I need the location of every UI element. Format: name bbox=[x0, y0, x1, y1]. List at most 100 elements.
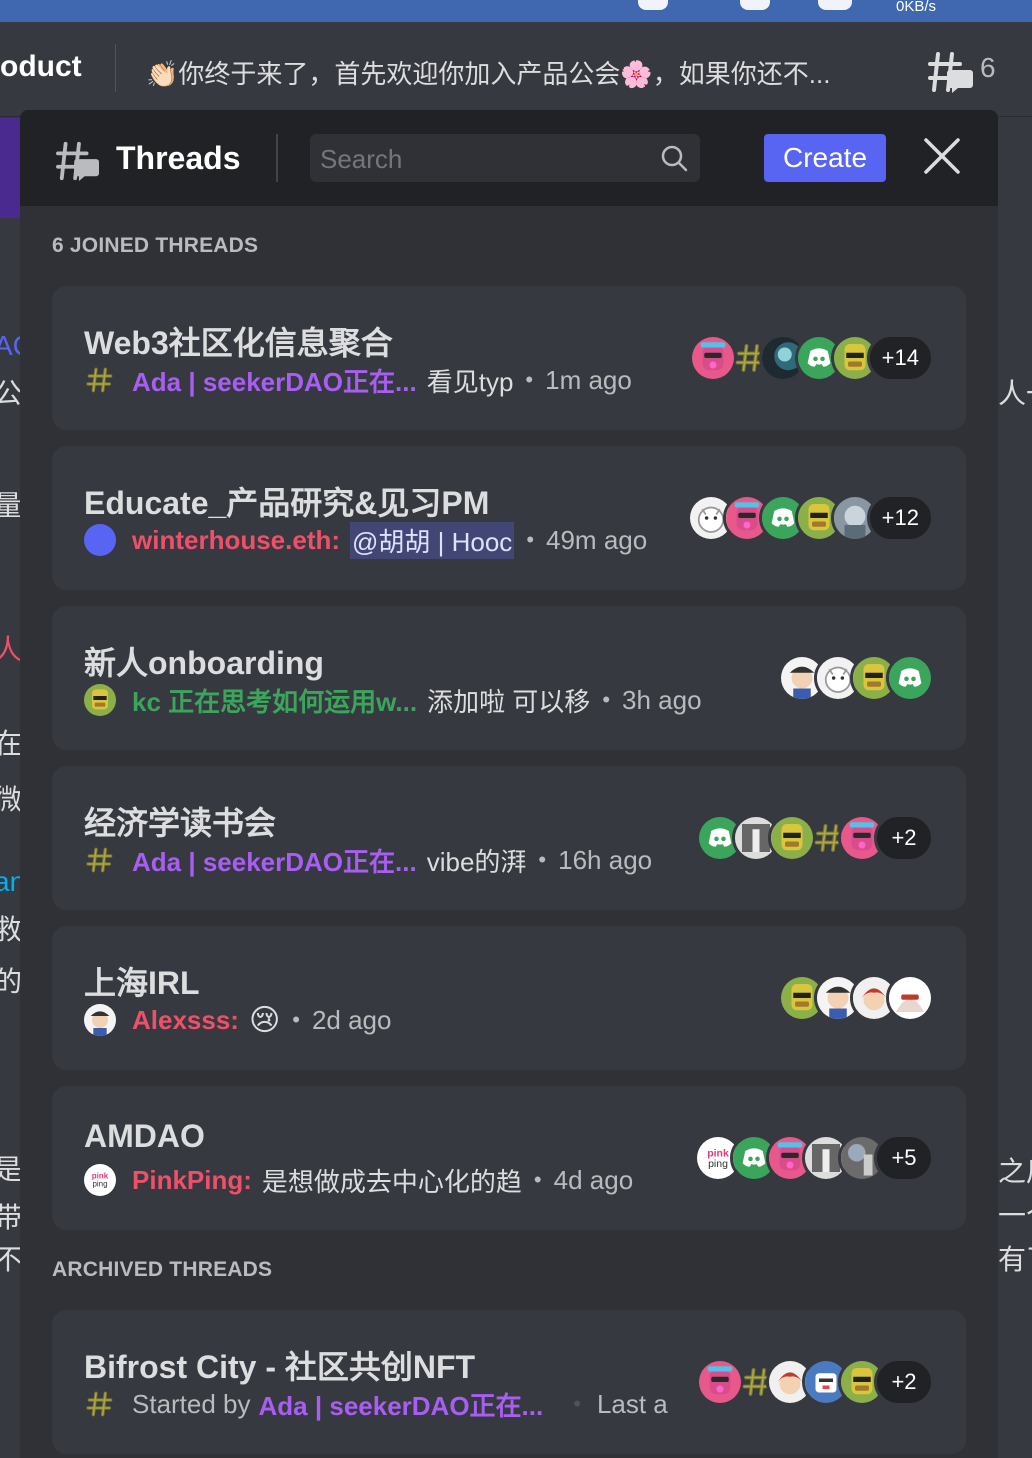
thread-title: Bifrost City - 社区共创NFT bbox=[84, 1349, 476, 1385]
hash-icon bbox=[84, 364, 116, 396]
background-text: 不 bbox=[0, 1244, 23, 1275]
thread-item[interactable]: 经济学读书会 Ada | seekerDAO正在... vibe的湃 • 16h ago… bbox=[52, 766, 966, 910]
separator-dot: • bbox=[602, 687, 611, 712]
thread-meta: Alexsss: 😢 • 2d ago bbox=[84, 1002, 391, 1038]
thread-item[interactable]: Educate_产品研究&见习PM winterhouse.eth: @胡胡 | H… bbox=[52, 446, 966, 590]
thread-meta: Ada | seekerDAO正在... 看见typ • 1m ago bbox=[84, 362, 632, 398]
background-text: 人一 bbox=[998, 378, 1032, 409]
background-text: 人 bbox=[0, 634, 23, 665]
author-avatar bbox=[84, 524, 116, 556]
more-participants-count: +2 bbox=[874, 1358, 934, 1406]
header-divider bbox=[276, 134, 278, 182]
separator-dot: • bbox=[538, 847, 547, 872]
pink-dog-avatar bbox=[688, 334, 737, 382]
participant-avatars: +12 bbox=[686, 494, 934, 542]
thread-item[interactable]: Web3社区化信息聚合 Ada | seekerDAO正在... 看见typ • 1m … bbox=[52, 286, 966, 430]
participant-avatars bbox=[778, 974, 934, 1022]
thread-author[interactable]: Ada | seekerDAO正在... bbox=[132, 842, 417, 879]
background-text: 带 bbox=[0, 1202, 23, 1233]
thread-timestamp: 2d ago bbox=[311, 1004, 392, 1035]
thread-author[interactable]: PinkPing: bbox=[132, 1165, 252, 1196]
popout-header: Threads Create bbox=[20, 110, 998, 206]
thread-title: Educate_产品研究&见习PM bbox=[84, 485, 490, 521]
threads-popout: Threads Create 6 JOINED THREADS Web3社区化信… bbox=[20, 110, 998, 1458]
background-text: 微 bbox=[0, 784, 23, 815]
more-participants-count: +14 bbox=[866, 334, 934, 382]
user-mention: @胡胡 | Hooc bbox=[350, 521, 515, 559]
threads-icon[interactable] bbox=[928, 50, 974, 99]
hash-icon bbox=[84, 1388, 116, 1420]
thread-timestamp: 1m ago bbox=[545, 364, 632, 395]
network-speed: 0KB/s bbox=[896, 0, 937, 15]
thread-timestamp: 3h ago bbox=[622, 684, 702, 715]
menubar: 0KB/s bbox=[0, 0, 1032, 22]
thread-last-message: 添加啦 可以移 bbox=[427, 686, 591, 717]
svg-text:ping: ping bbox=[708, 1158, 728, 1170]
thread-item[interactable]: 新人onboarding kc 正在思考如何运用w... 添加啦 可以移 • 3h ag… bbox=[52, 606, 966, 750]
thread-author[interactable]: Ada | seekerDAO正在... bbox=[259, 1386, 544, 1423]
thread-last-message: vibe的湃 bbox=[426, 846, 527, 877]
background-text: 一个 bbox=[998, 1200, 1032, 1231]
thread-author[interactable]: winterhouse.eth: bbox=[132, 525, 340, 556]
thread-meta: Started by Ada | seekerDAO正在... • Last a bbox=[84, 1386, 668, 1422]
grid-icon bbox=[740, 0, 770, 10]
thread-meta: kc 正在思考如何运用w... 添加啦 可以移 • 3h ago bbox=[84, 682, 702, 718]
more-participants-count: +5 bbox=[874, 1134, 934, 1182]
thread-title: AMDAO bbox=[84, 1118, 205, 1154]
participant-avatars bbox=[778, 654, 934, 702]
background-text: 的 bbox=[0, 966, 23, 997]
joined-threads-label: 6 JOINED THREADS bbox=[52, 234, 259, 257]
participant-avatars: +14 bbox=[688, 334, 934, 382]
search-input[interactable] bbox=[318, 140, 652, 178]
search-icon[interactable] bbox=[660, 144, 688, 177]
archived-thread-item[interactable]: Bifrost City - 社区共创NFT Started by Ada | se… bbox=[52, 1310, 966, 1454]
channel-header: oduct 👏🏻你终于来了，首先欢迎你加入产品公会🌸，如果你还不... 6 bbox=[0, 22, 1032, 117]
background-text: 之后 bbox=[998, 1156, 1032, 1187]
background-text: 公 bbox=[0, 378, 23, 409]
pink-dog-avatar bbox=[696, 1358, 744, 1406]
background-text: 量 bbox=[0, 490, 23, 521]
more-participants-count: +2 bbox=[874, 814, 934, 862]
thread-item[interactable]: 上海IRL Alexsss: 😢 • 2d ago bbox=[52, 926, 966, 1070]
cloud-icon bbox=[638, 0, 668, 10]
thread-timestamp: 16h ago bbox=[558, 844, 653, 875]
thread-last-message: 😢 bbox=[248, 1003, 281, 1037]
thread-item[interactable]: AMDAO pink ping PinkPing: 是想做成去中心化的趋 • 4d ago p… bbox=[52, 1086, 966, 1230]
thread-timestamp: 4d ago bbox=[553, 1164, 634, 1195]
background-text: 是 bbox=[0, 1154, 23, 1185]
create-thread-button[interactable]: Create bbox=[764, 134, 886, 182]
popout-title: Threads bbox=[116, 140, 241, 176]
channel-topic[interactable]: 👏🏻你终于来了，首先欢迎你加入产品公会🌸，如果你还不... bbox=[146, 54, 830, 91]
author-avatar bbox=[84, 684, 116, 716]
thread-author[interactable]: Ada | seekerDAO正在... bbox=[132, 362, 417, 399]
thread-title: 经济学读书会 bbox=[84, 805, 277, 841]
thread-meta: winterhouse.eth: @胡胡 | Hooc • 49m ago bbox=[84, 521, 648, 559]
separator-dot: • bbox=[533, 1167, 542, 1192]
separator-dot: • bbox=[525, 367, 534, 392]
thread-last-message: 看见typ bbox=[426, 366, 514, 397]
started-by-label: Started by bbox=[132, 1388, 251, 1419]
svg-text:ping: ping bbox=[92, 1180, 107, 1189]
separator-dot: • bbox=[526, 527, 535, 552]
author-avatar: pink ping bbox=[84, 1164, 116, 1196]
more-participants-count: +12 bbox=[866, 494, 934, 542]
thread-title: 上海IRL bbox=[84, 965, 200, 1001]
participant-avatars: pink ping +5 bbox=[694, 1134, 934, 1182]
archived-threads-label: ARCHIVED THREADS bbox=[52, 1258, 273, 1281]
participant-avatars: +2 bbox=[696, 1358, 934, 1406]
close-icon[interactable] bbox=[920, 134, 964, 178]
discord-avatar bbox=[886, 654, 934, 702]
thread-meta: Ada | seekerDAO正在... vibe的湃 • 16h ago bbox=[84, 842, 652, 878]
thread-author[interactable]: Alexsss: bbox=[132, 1005, 239, 1036]
search-box bbox=[310, 134, 700, 182]
thread-timestamp: Last a bbox=[596, 1388, 668, 1419]
header-divider bbox=[115, 44, 116, 92]
background-text: 救 bbox=[0, 914, 23, 945]
thread-author[interactable]: kc 正在思考如何运用w... bbox=[132, 682, 417, 719]
anime-avatar bbox=[886, 974, 934, 1022]
thread-timestamp: 49m ago bbox=[546, 524, 648, 555]
thread-title: Web3社区化信息聚合 bbox=[84, 325, 393, 361]
ape-avatar bbox=[768, 814, 816, 862]
author-avatar bbox=[84, 1004, 116, 1036]
separator-dot: • bbox=[292, 1007, 300, 1032]
